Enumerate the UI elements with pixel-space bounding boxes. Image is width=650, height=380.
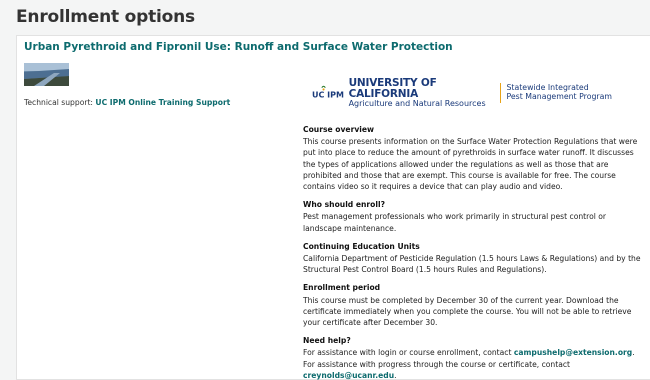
- sipm-line-2: Pest Management Program: [506, 92, 612, 101]
- campushelp-email-link[interactable]: campushelp@extension.org: [514, 348, 632, 357]
- enrollment-period-section: Enrollment period This course must be co…: [303, 282, 647, 328]
- uc-name: UNIVERSITY OF CALIFORNIA: [348, 77, 437, 100]
- enrollment-period-text: This course must be completed by Decembe…: [303, 295, 632, 328]
- help-text-1: For assistance with login or course enro…: [303, 348, 514, 358]
- course-overview-heading: Course overview: [303, 125, 375, 134]
- support-link[interactable]: UC IPM Online Training Support: [95, 98, 230, 107]
- need-help-heading: Need help?: [303, 336, 351, 346]
- page-title: Enrollment options: [16, 7, 195, 27]
- ucipm-logo: UC IPM UNIVERSITY OF CALIFORNIA Agricult…: [312, 78, 612, 108]
- enrollment-period-heading: Enrollment period: [303, 283, 381, 293]
- anr-name: Agriculture and Natural Resources: [348, 99, 486, 108]
- uc-anr-wordmark: UNIVERSITY OF CALIFORNIA Agriculture and…: [349, 78, 492, 108]
- ceu-section: Continuing Education Units California De…: [303, 241, 647, 276]
- who-should-enroll-heading: Who should enroll?: [303, 200, 386, 210]
- course-overview-text: This course presents information on the …: [303, 137, 638, 192]
- need-help-text: For assistance with login or course enro…: [303, 347, 647, 380]
- ucipm-logo-text: UC IPM: [312, 90, 344, 99]
- sipm-wordmark: Statewide Integrated Pest Management Pro…: [506, 83, 612, 102]
- course-overview-section: Course overview This course presents inf…: [303, 124, 647, 192]
- logo-divider: [499, 83, 502, 103]
- course-card: Urban Pyrethroid and Fipronil Use: Runof…: [16, 35, 650, 380]
- technical-support: Technical support: UC IPM Online Trainin…: [24, 98, 230, 107]
- ucipm-logo-mark: UC IPM: [312, 85, 344, 99]
- need-help-section: Need help? For assistance with login or …: [303, 335, 647, 380]
- course-title-link[interactable]: Urban Pyrethroid and Fipronil Use: Runof…: [24, 41, 453, 53]
- ceu-text: California Department of Pesticide Regul…: [303, 254, 641, 275]
- course-thumbnail[interactable]: [24, 63, 69, 86]
- course-details: Course overview This course presents inf…: [303, 124, 647, 380]
- help-text-3: .: [394, 370, 397, 380]
- who-should-enroll-section: Who should enroll? Pest management profe…: [303, 199, 647, 234]
- support-label: Technical support:: [24, 98, 93, 107]
- who-should-enroll-text: Pest management professionals who work p…: [303, 212, 607, 233]
- ceu-heading: Continuing Education Units: [303, 241, 420, 251]
- creynolds-email-link[interactable]: creynolds@ucanr.edu: [303, 371, 394, 380]
